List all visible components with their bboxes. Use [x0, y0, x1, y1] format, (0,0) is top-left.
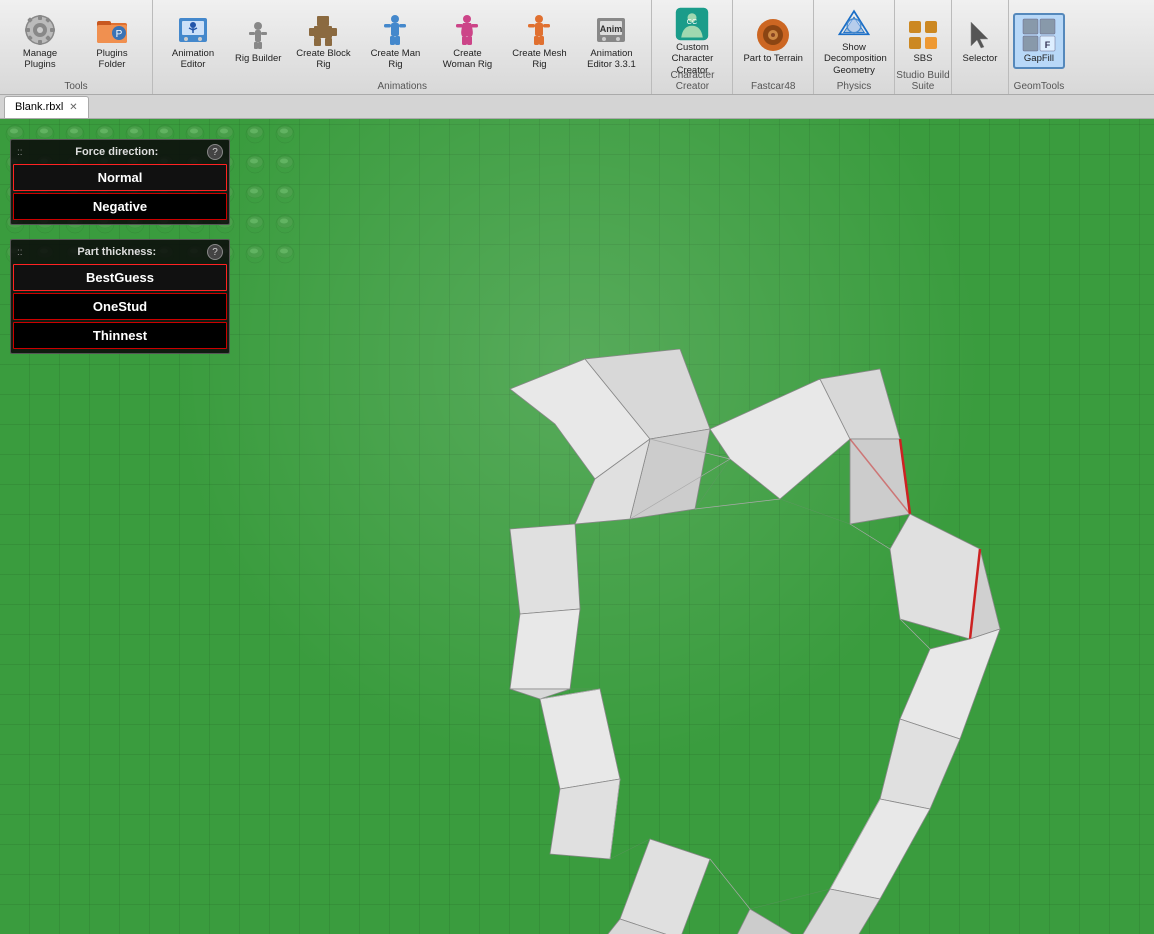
panel-force-header: :: Force direction: ?: [13, 142, 227, 162]
create-woman-rig-button[interactable]: Create Woman Rig: [431, 10, 503, 73]
rig-builder-button[interactable]: Rig Builder: [229, 15, 287, 66]
sbs-icon: [905, 17, 941, 53]
gapfill-label: GapFill: [1024, 53, 1054, 64]
toolbar-group-animations: Animation Editor Rig Builder: [153, 0, 652, 94]
create-man-rig-button[interactable]: Create Man Rig: [359, 10, 431, 73]
create-block-rig-icon: [305, 12, 341, 48]
animation-editor-button[interactable]: Animation Editor: [157, 10, 229, 73]
create-man-rig-label: Create Man Rig: [365, 48, 425, 71]
sbs-label: SBS: [913, 53, 932, 64]
manage-plugins-icon: [22, 12, 58, 48]
selector-button[interactable]: Selector: [956, 15, 1004, 66]
gapfill-icon: F: [1021, 17, 1057, 53]
manage-plugins-label: Manage Plugins: [10, 48, 70, 71]
drag-handle-thickness: ::: [17, 247, 23, 258]
plugins-folder-label: Plugins Folder: [82, 48, 142, 71]
part-to-terrain-label: Part to Terrain: [743, 53, 803, 64]
custom-character-creator-button[interactable]: CC Custom Character Creator: [656, 4, 728, 78]
panel-force-title: Force direction:: [75, 146, 158, 158]
panel-force-help[interactable]: ?: [207, 144, 223, 160]
toolbar-group-charcreator: CC Custom Character Creator Character Cr…: [652, 0, 733, 94]
panel-thickness-title: Part thickness:: [77, 246, 156, 258]
svg-text:CC: CC: [687, 17, 697, 26]
create-mesh-rig-label: Create Mesh Rig: [509, 48, 569, 71]
toolbar: Manage Plugins P Plugins Folder Tools: [0, 0, 1154, 95]
plugins-folder-button[interactable]: P Plugins Folder: [76, 10, 148, 73]
blank-rbxl-tab[interactable]: Blank.rbxl ✕: [4, 96, 89, 118]
tools-group-label: Tools: [0, 81, 152, 92]
create-woman-rig-label: Create Woman Rig: [437, 48, 497, 71]
rig-builder-icon: [240, 17, 276, 53]
animation-editor-33-label: Animation Editor 3.3.1: [581, 48, 641, 71]
create-mesh-rig-button[interactable]: Create Mesh Rig: [503, 10, 575, 73]
charcreator-group-label: Character Creator: [652, 70, 732, 92]
thinnest-button[interactable]: Thinnest: [13, 322, 227, 349]
gapfill-button[interactable]: F GapFill: [1013, 13, 1065, 68]
svg-text:Anim: Anim: [600, 24, 623, 34]
toolbar-group-sbs: SBS Studio Build Suite: [895, 0, 952, 94]
animation-editor-icon: [175, 12, 211, 48]
onestud-button[interactable]: OneStud: [13, 293, 227, 320]
sbs-group-label: Studio Build Suite: [895, 70, 951, 92]
physics-group-label: Physics: [814, 81, 894, 92]
create-woman-rig-icon: [449, 12, 485, 48]
panel-part-thickness: :: Part thickness: ? BestGuess OneStud T…: [10, 239, 230, 354]
animations-group-label: Animations: [153, 81, 651, 92]
rig-builder-label: Rig Builder: [235, 53, 281, 64]
toolbar-group-geomtools: F GapFill GeomTools: [1009, 0, 1069, 94]
main-canvas: :: Force direction: ? Normal Negative ::…: [0, 119, 1154, 934]
create-man-rig-icon: [377, 12, 413, 48]
blank-rbxl-tab-label: Blank.rbxl: [15, 101, 63, 113]
part-to-terrain-icon: [755, 17, 791, 53]
show-decomposition-icon: [836, 6, 872, 42]
show-decomposition-button[interactable]: Show Decomposition Geometry: [818, 4, 890, 78]
create-mesh-rig-icon: [521, 12, 557, 48]
blank-rbxl-tab-close[interactable]: ✕: [69, 102, 77, 113]
toolbar-group-tools: Manage Plugins P Plugins Folder Tools: [0, 0, 153, 94]
animation-editor-label: Animation Editor: [163, 48, 223, 71]
create-block-rig-label: Create Block Rig: [293, 48, 353, 71]
fastcar-group-label: Fastcar48: [733, 81, 813, 92]
part-to-terrain-button[interactable]: Part to Terrain: [737, 15, 809, 66]
manage-plugins-button[interactable]: Manage Plugins: [4, 10, 76, 73]
tabbar: Blank.rbxl ✕: [0, 95, 1154, 119]
drag-handle-force: ::: [17, 147, 23, 158]
toolbar-group-fastcar: Part to Terrain Fastcar48: [733, 0, 814, 94]
create-block-rig-button[interactable]: Create Block Rig: [287, 10, 359, 73]
panel-force-direction: :: Force direction: ? Normal Negative: [10, 139, 230, 225]
animation-editor-33-icon: Anim: [593, 12, 629, 48]
negative-button[interactable]: Negative: [13, 193, 227, 220]
svg-text:P: P: [116, 29, 123, 40]
geomtools-group-label: GeomTools: [1009, 81, 1069, 92]
panel-thickness-header: :: Part thickness: ?: [13, 242, 227, 262]
normal-button[interactable]: Normal: [13, 164, 227, 191]
svg-text:F: F: [1045, 40, 1051, 50]
custom-character-creator-icon: CC: [674, 6, 710, 42]
toolbar-group-physics: Show Decomposition Geometry Physics: [814, 0, 895, 94]
sbs-button[interactable]: SBS: [899, 15, 947, 66]
show-decomposition-label: Show Decomposition Geometry: [824, 42, 884, 76]
selector-icon: [962, 17, 998, 53]
selector-label: Selector: [963, 53, 998, 64]
plugins-folder-icon: P: [94, 12, 130, 48]
panel-thickness-help[interactable]: ?: [207, 244, 223, 260]
toolbar-group-selector: Selector: [952, 0, 1009, 94]
animation-editor-33-button[interactable]: Anim Animation Editor 3.3.1: [575, 10, 647, 73]
bestguess-button[interactable]: BestGuess: [13, 264, 227, 291]
